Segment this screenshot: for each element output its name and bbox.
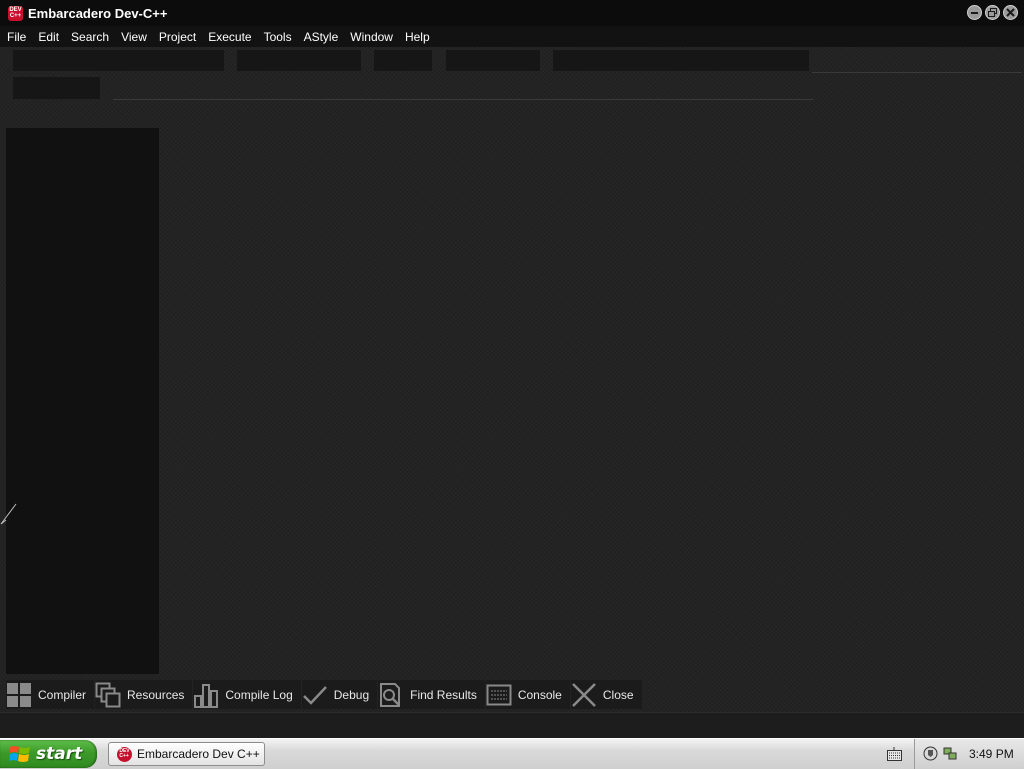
start-label: start bbox=[36, 744, 83, 764]
taskbar-button-label: Embarcadero Dev C++ bbox=[137, 747, 260, 761]
tab-resources[interactable]: Resources bbox=[95, 680, 193, 709]
tab-close-label: Close bbox=[602, 687, 634, 702]
tab-debug-label: Debug bbox=[333, 687, 370, 702]
toolbar-main[interactable] bbox=[13, 50, 224, 71]
windows-flag-icon bbox=[9, 746, 30, 762]
toolbar-classbrowse-line bbox=[113, 99, 813, 100]
tab-debug[interactable]: Debug bbox=[301, 680, 378, 709]
checkmark-icon bbox=[302, 682, 328, 708]
tab-resources-label: Resources bbox=[127, 687, 185, 702]
devcpp-task-icon: DEV C++ bbox=[117, 746, 132, 762]
window-title: Embarcadero Dev-C++ bbox=[28, 5, 168, 21]
menu-edit[interactable]: Edit bbox=[32, 30, 65, 44]
minimize-button[interactable] bbox=[967, 5, 982, 20]
taskbar: start DEV C++ Embarcadero Dev C++ 3:49 PM bbox=[0, 738, 1024, 769]
window-controls bbox=[967, 5, 1018, 20]
close-icon bbox=[1006, 8, 1015, 17]
start-button[interactable]: start bbox=[0, 740, 97, 768]
menu-astyle[interactable]: AStyle bbox=[298, 30, 345, 44]
bottom-panel-tabs: Compiler Resources Compile Log Debug Fin… bbox=[6, 680, 643, 709]
tab-compile-log-label: Compile Log bbox=[225, 687, 293, 702]
title-bar[interactable]: DEV C++ Embarcadero Dev-C++ bbox=[0, 0, 1024, 26]
restore-icon bbox=[988, 8, 997, 17]
document-search-icon bbox=[378, 682, 404, 708]
cursor-mark-icon bbox=[0, 503, 17, 525]
toolbar-search[interactable] bbox=[13, 77, 100, 99]
dev-cpp-window: DEV C++ Embarcadero Dev-C++ File Edit Sea… bbox=[0, 0, 1024, 739]
menu-bar: File Edit Search View Project Execute To… bbox=[0, 26, 1024, 47]
restore-button[interactable] bbox=[985, 5, 1000, 20]
menu-help[interactable]: Help bbox=[399, 30, 436, 44]
close-window-button[interactable] bbox=[1003, 5, 1018, 20]
toolbar-options[interactable] bbox=[446, 50, 540, 71]
status-bar bbox=[0, 712, 1024, 739]
keyboard-icon[interactable] bbox=[887, 747, 902, 761]
menu-project[interactable]: Project bbox=[153, 30, 202, 44]
network-icon[interactable] bbox=[943, 746, 958, 761]
security-shield-icon[interactable] bbox=[923, 746, 938, 761]
tab-find-results-label: Find Results bbox=[410, 687, 477, 702]
project-panel[interactable] bbox=[6, 128, 159, 674]
toolbar-separator-line bbox=[812, 72, 1022, 73]
tab-compiler[interactable]: Compiler bbox=[6, 680, 95, 709]
toolbar-compile[interactable] bbox=[237, 50, 361, 71]
menu-window[interactable]: Window bbox=[344, 30, 399, 44]
taskbar-devcpp-button[interactable]: DEV C++ Embarcadero Dev C++ bbox=[108, 742, 265, 766]
console-icon bbox=[486, 682, 512, 708]
menu-search[interactable]: Search bbox=[65, 30, 115, 44]
menu-tools[interactable]: Tools bbox=[258, 30, 298, 44]
toolbar-project[interactable] bbox=[374, 50, 432, 71]
windows-stack-icon bbox=[95, 682, 121, 708]
menu-file[interactable]: File bbox=[0, 30, 32, 44]
bar-chart-icon bbox=[193, 682, 219, 708]
close-x-icon bbox=[571, 682, 597, 708]
tab-console-label: Console bbox=[517, 687, 562, 702]
minimize-icon bbox=[971, 12, 978, 14]
tab-close[interactable]: Close bbox=[570, 680, 642, 709]
tab-console[interactable]: Console bbox=[485, 680, 570, 709]
system-tray: 3:49 PM bbox=[914, 739, 1024, 769]
tab-compile-log[interactable]: Compile Log bbox=[193, 680, 301, 709]
toolbar-specials[interactable] bbox=[553, 50, 809, 71]
grid-icon bbox=[6, 682, 32, 708]
menu-execute[interactable]: Execute bbox=[202, 30, 257, 44]
tab-compiler-label: Compiler bbox=[38, 687, 87, 702]
menu-view[interactable]: View bbox=[115, 30, 153, 44]
devcpp-logo-icon: DEV C++ bbox=[8, 5, 23, 21]
clock[interactable]: 3:49 PM bbox=[969, 747, 1014, 761]
tab-find-results[interactable]: Find Results bbox=[378, 680, 485, 709]
